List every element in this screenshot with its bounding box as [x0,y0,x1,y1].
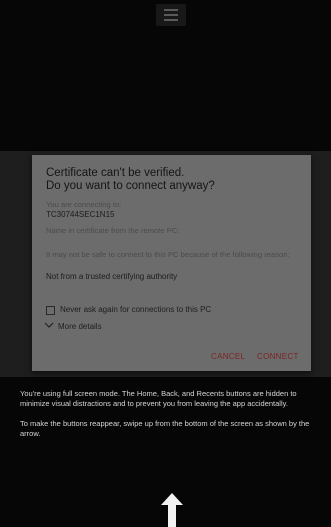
handle-bar [164,14,178,16]
connecting-value: TC30744SEC1N15 [46,210,115,219]
never-ask-checkbox[interactable] [46,306,55,315]
never-ask-label[interactable]: Never ask again for connections to this … [60,305,211,314]
handle-bar [164,9,178,11]
swipe-up-arrow-icon [161,493,183,527]
handle-bar [164,19,178,21]
screen: Certificate can't be verified. Do you wa… [0,0,331,527]
warning-text: It may not be safe to connect to this PC… [46,250,290,259]
swipe-hint-text: To make the buttons reappear, swipe up f… [20,419,310,438]
menu-handle-icon[interactable] [156,4,186,26]
chevron-down-icon[interactable] [44,321,54,329]
dialog-title-line2: Do you want to connect anyway? [46,180,215,192]
dialog-title-line1: Certificate can't be verified. [46,167,185,179]
more-details-link[interactable]: More details [58,322,102,331]
fullscreen-info-text: You're using full screen mode. The Home,… [20,389,297,408]
connecting-label: You are connecting to: [46,200,122,209]
certificate-name-label: Name in certificate from the remote PC: [46,226,180,235]
reason-text: Not from a trusted certifying authority [46,272,178,281]
cancel-button[interactable]: CANCEL [211,352,245,361]
connect-button[interactable]: CONNECT [257,352,299,361]
dialog-title: Certificate can't be verified. Do you wa… [46,167,301,193]
certificate-dialog: Certificate can't be verified. Do you wa… [32,155,311,371]
